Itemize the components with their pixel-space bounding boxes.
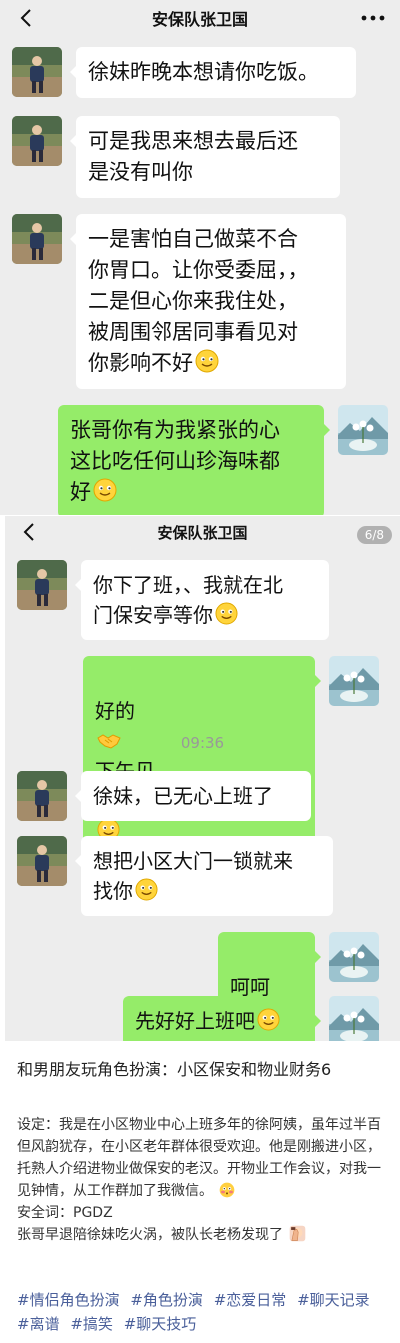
self-avatar[interactable] <box>329 656 379 706</box>
avatar[interactable] <box>17 560 67 610</box>
hashtag-link[interactable]: #聊天技巧 <box>124 1315 197 1333</box>
message-bubble-self[interactable]: 先好好上班吧 <box>123 996 321 1041</box>
avatar[interactable] <box>12 214 62 264</box>
flushed-emoji <box>220 1182 235 1198</box>
avatar[interactable] <box>12 47 62 97</box>
hashtag-link[interactable]: #聊天记录 <box>297 1291 370 1309</box>
hashtag-link[interactable]: #离谱 <box>17 1315 60 1333</box>
post-tags: #情侣角色扮演 #角色扮演 #恋爱日常 #聊天记录 #离谱 #搞笑 #聊天技巧 <box>17 1288 392 1336</box>
smile-emoji <box>215 602 238 625</box>
message-bubble[interactable]: 你下了班，、我就在北 门保安亭等你 <box>75 560 329 640</box>
message-text: 你下了班，、我就在北 门保安亭等你 <box>93 573 283 627</box>
image-counter-badge: 6/8 <box>356 526 392 544</box>
message-text: 好的 <box>95 699 135 723</box>
post-safe-word: 安全词：PGDZ <box>17 1205 113 1221</box>
chat-screenshot-2: 安保队张卫国 6/8 你下了班，、我就在北 门保安亭等你 好的 下午见 09:3… <box>5 516 400 1041</box>
message-bubble[interactable]: 一是害怕自己做菜不合 你胃口。让你受委屈，， 二是但心你来我住处， 被周围邻居同… <box>70 214 346 389</box>
facepalm-emoji <box>290 1225 306 1242</box>
avatar[interactable] <box>17 771 67 821</box>
post-setting-text: 设定：我是在小区物业中心上班多年的徐阿姨，虽年过半百但风韵犹存，在小区老年群体很… <box>17 1117 381 1199</box>
chat-title: 安保队张卫国 <box>157 523 248 542</box>
message-bubble[interactable]: 徐妹，已无心上班了 <box>75 771 311 821</box>
chat-header: 安保队张卫国 <box>0 0 400 36</box>
post-title: 和男朋友玩角色扮演：小区保安和物业财务6 <box>17 1060 332 1079</box>
message-text: 想把小区大门一锁就来 找你 <box>93 849 293 903</box>
message-bubble-self[interactable]: 张哥你有为我紧张的心 这比吃任何山珍海味都 好 <box>58 405 330 515</box>
chat-title: 安保队张卫国 <box>151 10 248 29</box>
self-avatar[interactable] <box>329 932 379 982</box>
message-bubble-self[interactable]: 好的 下午见 <box>83 656 321 856</box>
smile-emoji <box>135 878 158 901</box>
message-text: 可是我思来想去最后还 是没有叫你 <box>88 129 298 184</box>
self-avatar[interactable] <box>338 405 388 455</box>
message-bubble[interactable]: 想把小区大门一锁就来 找你 <box>75 836 333 916</box>
self-avatar[interactable] <box>329 996 379 1041</box>
smile-emoji <box>93 478 117 502</box>
message-text: 徐妹昨晚本想请你吃饭。 <box>88 60 319 84</box>
message-timestamp: 09:36 <box>180 734 225 752</box>
hashtag-link[interactable]: #搞笑 <box>70 1315 113 1333</box>
avatar[interactable] <box>12 116 62 166</box>
avatar[interactable] <box>17 836 67 886</box>
chat-screenshot-1: 安保队张卫国 徐妹昨晚本想请你吃饭。 可是我思来想去最后还 是没有叫你 一是害怕… <box>0 0 400 515</box>
hashtag-link[interactable]: #情侣角色扮演 <box>17 1291 120 1309</box>
hashtag-link[interactable]: #恋爱日常 <box>214 1291 287 1309</box>
back-chevron-icon[interactable] <box>17 520 41 544</box>
post-body: 设定：我是在小区物业中心上班多年的徐阿姨，虽年过半百但风韵犹存，在小区老年群体很… <box>17 1114 387 1246</box>
message-text: 徐妹，已无心上班了 <box>93 784 273 808</box>
more-dots-icon[interactable] <box>358 6 388 30</box>
smile-emoji <box>195 349 219 373</box>
smile-emoji <box>257 1008 280 1031</box>
message-text: 先好好上班吧 <box>135 1009 255 1033</box>
post-update-text: 张哥早退陪徐妹吃火涡，被队长老杨发现了 <box>17 1227 283 1243</box>
back-chevron-icon[interactable] <box>14 6 38 30</box>
chat-header: 安保队张卫国 <box>5 516 400 548</box>
message-bubble[interactable]: 徐妹昨晚本想请你吃饭。 <box>70 47 356 98</box>
hashtag-link[interactable]: #角色扮演 <box>130 1291 203 1309</box>
message-bubble[interactable]: 可是我思来想去最后还 是没有叫你 <box>70 116 340 198</box>
